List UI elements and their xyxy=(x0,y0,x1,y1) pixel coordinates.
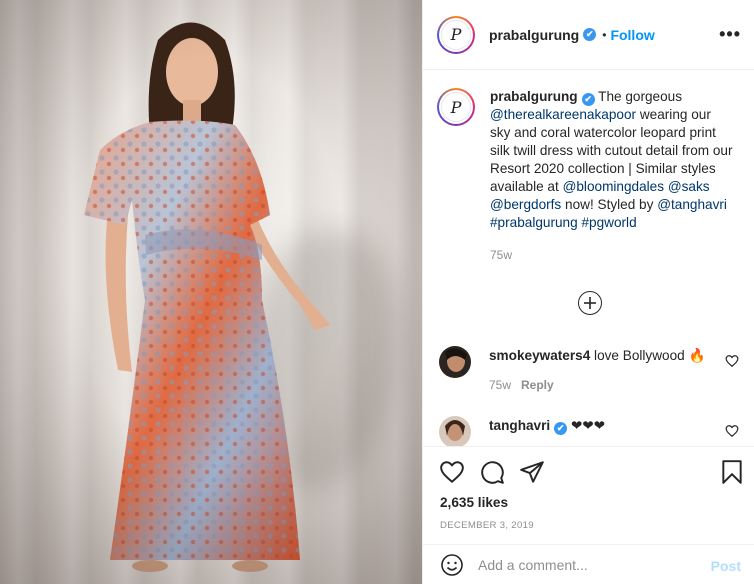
mention-link[interactable]: @saks xyxy=(668,179,710,194)
like-comment-heart-icon[interactable] xyxy=(725,354,739,368)
like-comment-heart-icon[interactable] xyxy=(725,424,739,438)
add-comment-bar: Post xyxy=(423,544,754,584)
avatar-image xyxy=(439,346,471,378)
comment-username[interactable]: smokeywaters4 xyxy=(489,348,590,363)
avatar-monogram: P xyxy=(441,19,471,50)
caption-username[interactable]: prabalgurung xyxy=(490,89,578,104)
post-side-panel: P prabalgurung ✔ • Follow ••• P prabalgu… xyxy=(422,0,754,584)
hashtag-link[interactable]: #prabalgurung xyxy=(490,215,578,230)
post-header: P prabalgurung ✔ • Follow ••• xyxy=(423,0,754,70)
comment-icon[interactable] xyxy=(479,459,505,485)
commenter-avatar[interactable] xyxy=(439,346,471,378)
caption-text-segment: now! Styled by xyxy=(561,197,658,212)
comment-input[interactable] xyxy=(478,553,698,577)
verified-badge-icon: ✔ xyxy=(583,28,597,41)
likes-count[interactable]: 2,635 likes xyxy=(440,495,508,510)
more-options-icon[interactable]: ••• xyxy=(719,25,741,43)
header-username[interactable]: prabalgurung xyxy=(489,27,579,43)
caption-timestamp[interactable]: 75w xyxy=(490,246,735,264)
emoji-icon[interactable] xyxy=(440,553,464,577)
post-actions: 2,635 likes DECEMBER 3, 2019 Post xyxy=(423,446,754,584)
comment-timestamp[interactable]: 75w xyxy=(489,378,511,392)
post-caption: P prabalgurung ✔ The gorgeous @therealkar… xyxy=(437,88,747,264)
mention-link[interactable]: @tanghavri xyxy=(657,197,727,212)
comment-item: tanghavri ✔ ❤❤❤ xyxy=(439,416,739,446)
fire-emoji-icon: 🔥 xyxy=(688,348,706,363)
heart-icon[interactable] xyxy=(439,459,465,485)
verified-badge-icon: ✔ xyxy=(581,93,595,106)
bookmark-icon[interactable] xyxy=(719,459,745,485)
caption-avatar[interactable]: P xyxy=(437,88,475,126)
reply-button[interactable]: Reply xyxy=(521,378,554,392)
comment-body: ❤❤❤ xyxy=(570,418,606,433)
load-more-comments-button[interactable] xyxy=(578,291,602,315)
commenter-avatar[interactable] xyxy=(439,416,471,446)
photo-vignette xyxy=(0,0,422,584)
follow-button[interactable]: Follow xyxy=(610,27,654,43)
comment-meta: 75w Reply xyxy=(489,378,554,392)
share-icon[interactable] xyxy=(519,459,545,485)
avatar-monogram: P xyxy=(441,92,471,122)
post-photo[interactable] xyxy=(0,0,422,584)
mention-link[interactable]: @bloomingdales xyxy=(563,179,664,194)
plus-icon xyxy=(584,297,596,309)
verified-badge-icon: ✔ xyxy=(554,422,568,435)
avatar-inner: P xyxy=(439,17,473,52)
comment-text: smokeywaters4 love Bollywood 🔥 xyxy=(489,348,705,364)
comment-body: love Bollywood xyxy=(594,348,689,363)
caption-text: prabalgurung ✔ The gorgeous @therealkaree… xyxy=(490,88,735,264)
hashtag-link[interactable]: #pgworld xyxy=(581,215,636,230)
mention-link[interactable]: @therealkareenakapoor xyxy=(490,107,636,122)
post-comment-button[interactable]: Post xyxy=(711,558,741,574)
mention-link[interactable]: @bergdorfs xyxy=(490,197,561,212)
separator-dot: • xyxy=(602,27,607,42)
avatar[interactable]: P xyxy=(437,15,475,54)
avatar-image xyxy=(439,416,471,446)
comment-text: tanghavri ✔ ❤❤❤ xyxy=(489,418,605,435)
caption-text-segment: The gorgeous xyxy=(594,89,683,104)
comment-username[interactable]: tanghavri xyxy=(489,418,550,433)
post-date[interactable]: DECEMBER 3, 2019 xyxy=(440,520,534,531)
avatar-inner: P xyxy=(439,90,473,124)
